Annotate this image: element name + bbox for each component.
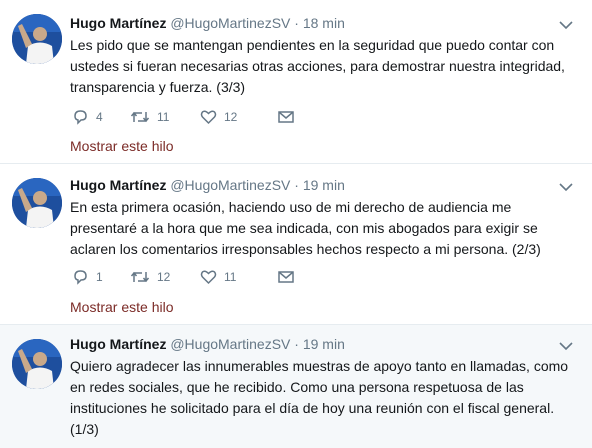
like-button[interactable]: 12 bbox=[200, 109, 278, 125]
message-icon bbox=[278, 271, 294, 283]
reply-count: 4 bbox=[96, 110, 103, 124]
avatar[interactable] bbox=[12, 178, 62, 228]
reply-icon bbox=[74, 270, 87, 285]
timestamp[interactable]: 19 min bbox=[303, 177, 345, 193]
retweet-count: 12 bbox=[157, 270, 171, 284]
tweet-header: Hugo Martínez @HugoMartinezSV · 18 min bbox=[70, 15, 345, 31]
tweet-actions: 4 11 12 bbox=[72, 107, 294, 127]
tweet[interactable]: Hugo Martínez @HugoMartinezSV · 19 min Q… bbox=[0, 325, 592, 448]
direct-message-button[interactable] bbox=[278, 270, 294, 284]
retweet-icon bbox=[130, 271, 150, 283]
tweet-text: Quiero agradecer las innumerables muestr… bbox=[70, 358, 569, 437]
retweet-count: 11 bbox=[157, 110, 170, 124]
author-handle[interactable]: @HugoMartinezSV bbox=[170, 15, 290, 31]
tweet-text: Les pido que se mantengan pendientes en … bbox=[70, 37, 565, 95]
like-count: 11 bbox=[224, 270, 237, 284]
like-button[interactable]: 11 bbox=[200, 269, 278, 285]
reply-icon bbox=[74, 110, 87, 125]
tweet-text: En esta primera ocasión, haciendo uso de… bbox=[70, 199, 541, 257]
retweet-button[interactable]: 12 bbox=[130, 269, 200, 285]
avatar[interactable] bbox=[12, 339, 62, 389]
show-thread-link[interactable]: Mostrar este hilo bbox=[70, 299, 173, 315]
separator: · bbox=[294, 177, 299, 193]
retweet-button[interactable]: 11 bbox=[130, 109, 200, 125]
author-name[interactable]: Hugo Martínez bbox=[70, 15, 166, 31]
tweet-header: Hugo Martínez @HugoMartinezSV · 19 min bbox=[70, 177, 345, 193]
chevron-down-icon[interactable] bbox=[558, 338, 574, 354]
chevron-down-icon[interactable] bbox=[558, 179, 574, 195]
reply-button[interactable]: 1 bbox=[72, 269, 130, 285]
timestamp[interactable]: 19 min bbox=[303, 336, 345, 352]
separator: · bbox=[294, 15, 299, 31]
avatar[interactable] bbox=[12, 14, 62, 64]
author-name[interactable]: Hugo Martínez bbox=[70, 336, 166, 352]
tweet[interactable]: Hugo Martínez @HugoMartinezSV · 18 min L… bbox=[0, 0, 592, 164]
separator: · bbox=[294, 336, 299, 352]
message-icon bbox=[278, 111, 294, 123]
author-handle[interactable]: @HugoMartinezSV bbox=[170, 336, 290, 352]
chevron-down-icon[interactable] bbox=[558, 17, 574, 33]
direct-message-button[interactable] bbox=[278, 110, 294, 124]
reply-count: 1 bbox=[96, 270, 103, 284]
show-thread-link[interactable]: Mostrar este hilo bbox=[70, 138, 173, 154]
author-name[interactable]: Hugo Martínez bbox=[70, 177, 166, 193]
avatar-photo bbox=[12, 178, 62, 228]
tweet[interactable]: Hugo Martínez @HugoMartinezSV · 19 min E… bbox=[0, 164, 592, 325]
reply-button[interactable]: 4 bbox=[72, 109, 130, 125]
like-icon bbox=[200, 270, 217, 285]
like-count: 12 bbox=[224, 110, 238, 124]
retweet-icon bbox=[130, 111, 150, 123]
like-icon bbox=[200, 110, 217, 125]
avatar-photo bbox=[12, 339, 62, 389]
tweet-actions: 1 12 11 bbox=[72, 267, 294, 287]
tweet-header: Hugo Martínez @HugoMartinezSV · 19 min bbox=[70, 336, 345, 352]
author-handle[interactable]: @HugoMartinezSV bbox=[170, 177, 290, 193]
timestamp[interactable]: 18 min bbox=[303, 15, 345, 31]
avatar-photo bbox=[12, 14, 62, 64]
